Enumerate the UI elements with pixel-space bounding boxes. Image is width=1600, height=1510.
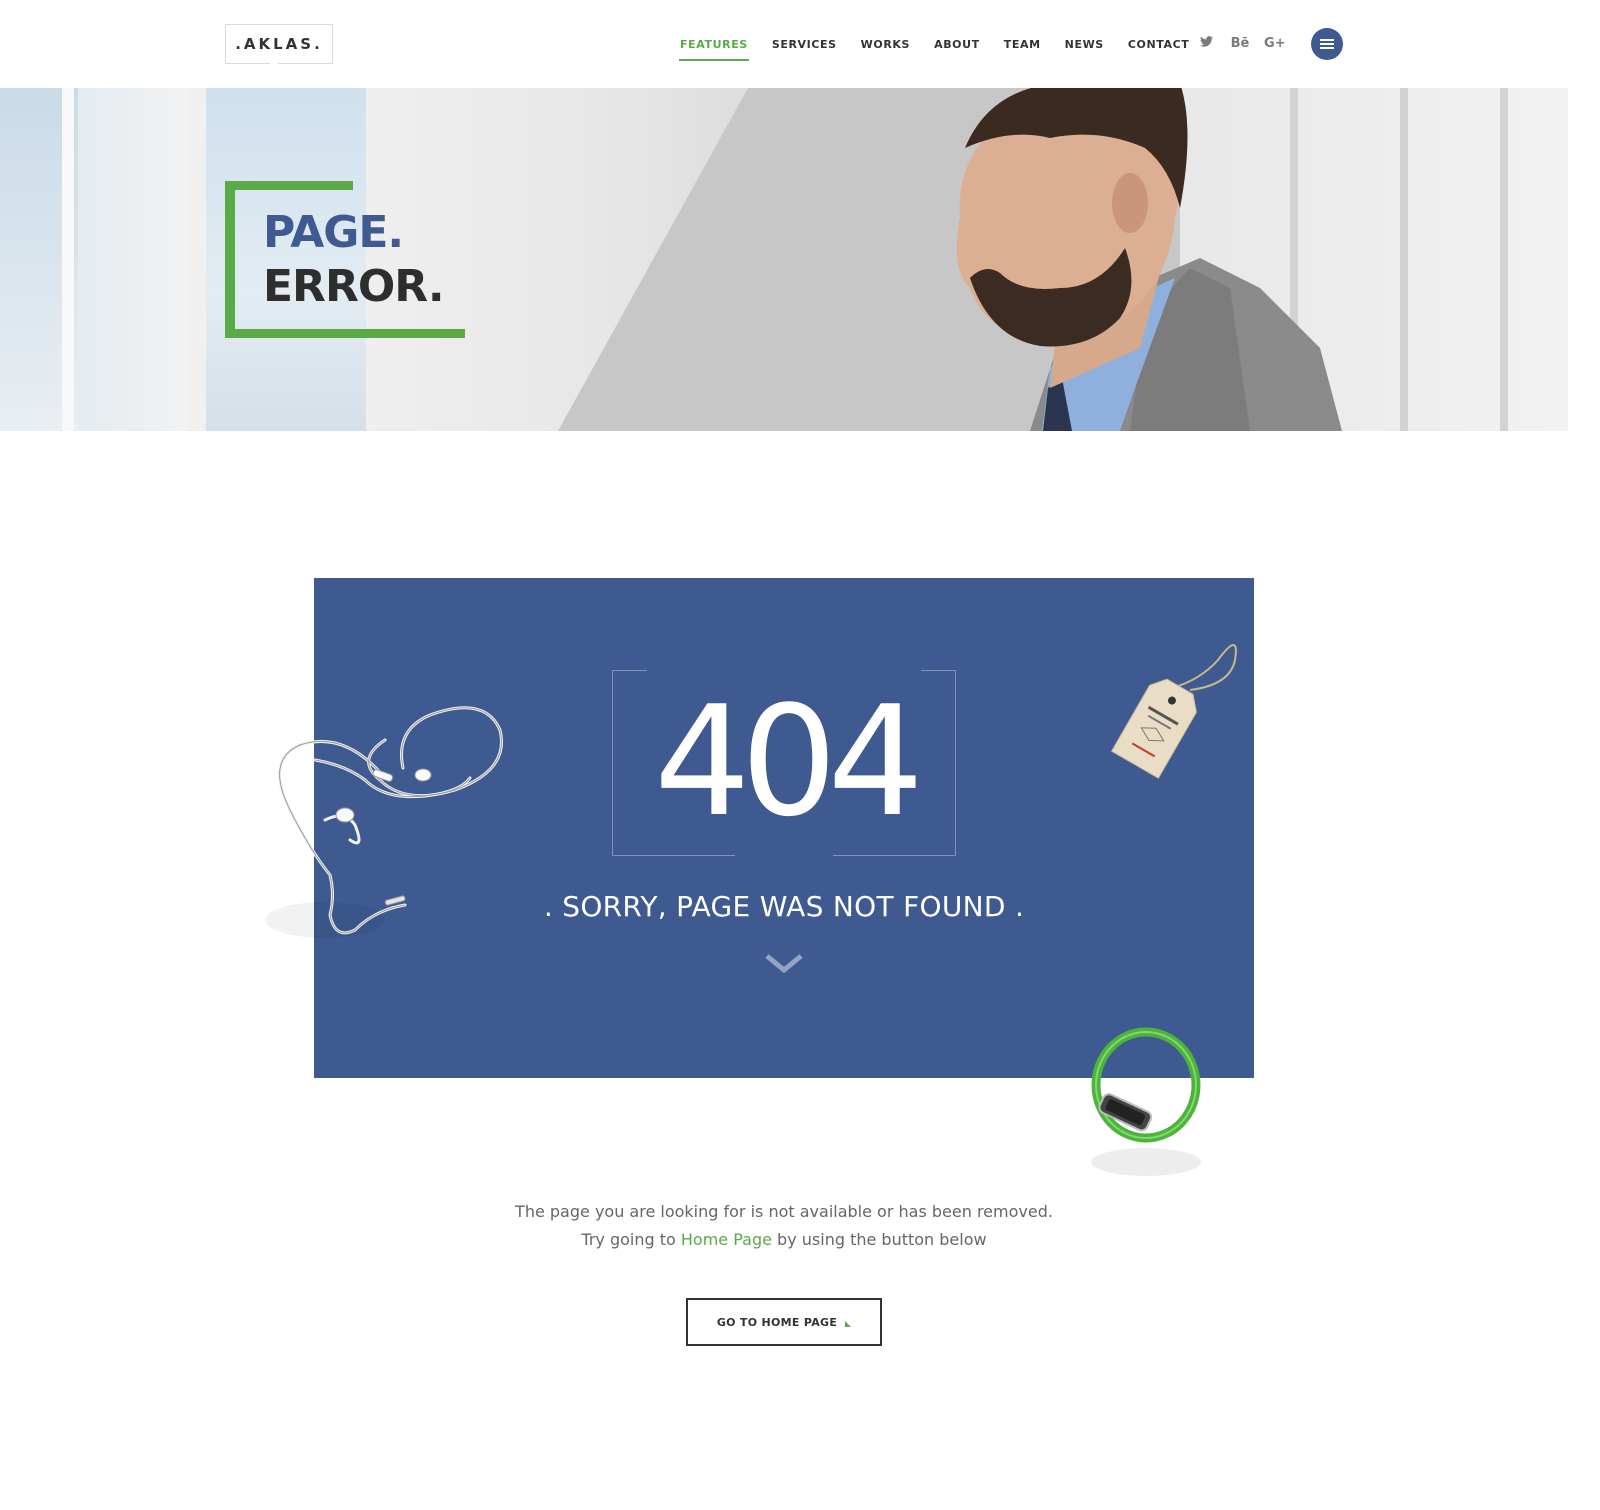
go-home-button-label: GO TO HOME PAGE	[716, 1315, 838, 1329]
site-logo[interactable]: .AKLAS.	[225, 24, 333, 64]
site-header: .AKLAS. FEATURES SERVICES WORKS ABOUT TE…	[0, 0, 1568, 88]
hero-person-image	[956, 88, 1342, 431]
home-suggestion: Try going to Home Page by using the butt…	[581, 1230, 987, 1249]
nav-item-works[interactable]: WORKS	[849, 36, 922, 61]
hero-title-box: PAGE. ERROR.	[225, 181, 465, 338]
price-tag-image	[1110, 644, 1237, 779]
behance-icon[interactable]: Bē	[1230, 36, 1250, 51]
nav-item-team[interactable]: TEAM	[992, 36, 1053, 61]
nav-item-features[interactable]: FEATURES	[668, 36, 760, 61]
google-plus-icon[interactable]: G+	[1264, 36, 1286, 51]
social-links: Bē G+	[1196, 36, 1286, 51]
arrow-icon	[845, 1321, 852, 1327]
nav-item-contact[interactable]: CONTACT	[1116, 36, 1202, 61]
home-page-link[interactable]: Home Page	[681, 1230, 772, 1249]
earphones-image	[265, 706, 503, 938]
chevron-down-icon	[765, 954, 803, 973]
hero-title-line1: PAGE.	[263, 207, 404, 258]
fitness-band-image	[1091, 1027, 1201, 1176]
hamburger-menu-icon[interactable]	[1311, 28, 1343, 60]
go-home-button[interactable]: GO TO HOME PAGE	[686, 1298, 882, 1346]
nav-item-about[interactable]: ABOUT	[922, 36, 992, 61]
not-found-description: The page you are looking for is not avai…	[515, 1202, 1053, 1221]
hero-title-line2: ERROR.	[263, 261, 445, 312]
hero-banner: PAGE. ERROR.	[0, 88, 1568, 431]
logo-text: .AKLAS.	[235, 35, 323, 53]
error-code: 404	[653, 673, 924, 850]
main-nav: FEATURES SERVICES WORKS ABOUT TEAM NEWS …	[668, 36, 1201, 61]
twitter-icon[interactable]	[1196, 36, 1216, 51]
nav-item-news[interactable]: NEWS	[1053, 36, 1116, 61]
nav-item-services[interactable]: SERVICES	[760, 36, 849, 61]
